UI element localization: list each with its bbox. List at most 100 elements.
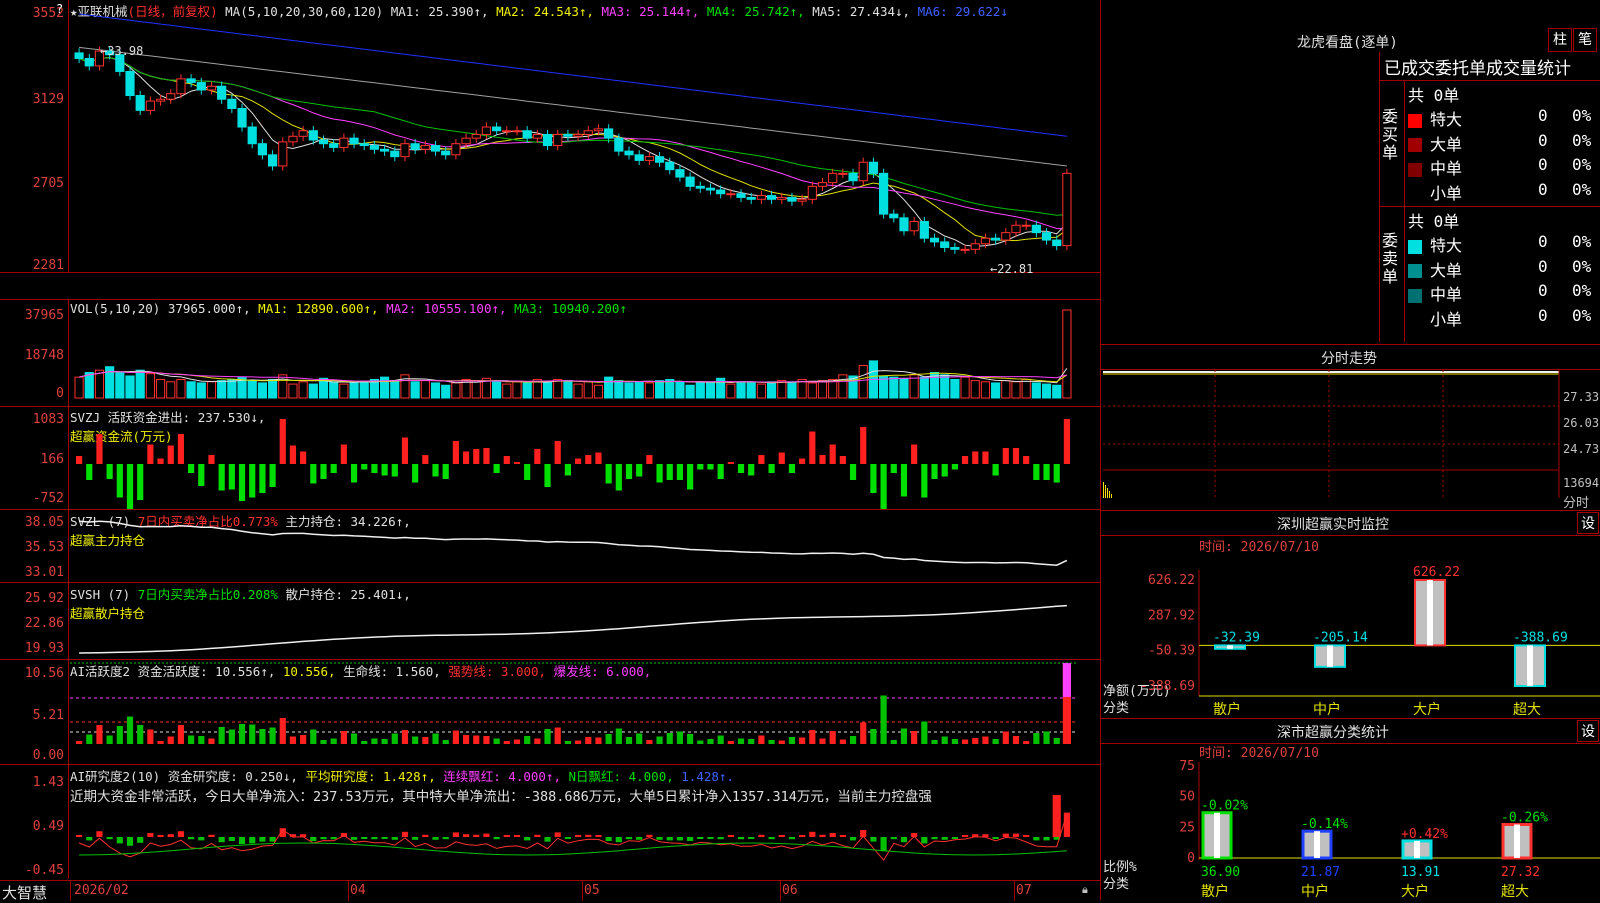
volume-bar bbox=[217, 380, 227, 399]
volume-bar bbox=[960, 376, 970, 399]
volume-bar bbox=[1031, 382, 1041, 399]
classify-settings-button[interactable]: 设 bbox=[1577, 720, 1599, 742]
activity-bar bbox=[462, 735, 470, 744]
research-bar bbox=[585, 834, 592, 837]
candle-body bbox=[522, 130, 532, 139]
volume-bar bbox=[380, 376, 390, 399]
candle-body bbox=[807, 185, 817, 200]
fund-flow-bar bbox=[228, 464, 235, 490]
fund-flow-bar bbox=[330, 464, 337, 473]
intraday-title[interactable]: 分时走势 bbox=[1321, 348, 1377, 368]
classify-category-label: 散户 bbox=[1201, 883, 1229, 900]
monitor-settings-button[interactable]: 设 bbox=[1577, 512, 1599, 534]
order-color-swatch bbox=[1408, 162, 1422, 177]
research-bar bbox=[707, 837, 714, 839]
ma2-line bbox=[78, 56, 1068, 242]
candle-body bbox=[991, 237, 1001, 241]
pen-mode-button[interactable]: 笔 bbox=[1573, 28, 1597, 52]
order-count: 0 bbox=[1538, 106, 1548, 125]
order-color-swatch bbox=[1408, 239, 1422, 254]
activity-bar bbox=[961, 739, 969, 744]
volume-bar bbox=[1001, 380, 1011, 399]
classify-bar-highlight bbox=[1514, 824, 1520, 858]
activity-bar bbox=[1053, 738, 1060, 744]
candle-body bbox=[217, 85, 227, 100]
classify-value-label: 27.32 bbox=[1501, 865, 1540, 880]
ai-research-panel[interactable]: 1.43 0.49 -0.45 AI研究度2(10) 资金研究度: 0.250↓… bbox=[0, 765, 1100, 879]
candle-body bbox=[84, 57, 94, 67]
candle-body bbox=[777, 196, 787, 200]
volume-panel[interactable]: 37965 18748 0 VOL(5,10,20) 37965.000↑, M… bbox=[0, 299, 1100, 407]
fund-flow-bar bbox=[911, 444, 918, 464]
fund-flow-bar bbox=[646, 455, 653, 464]
order-count: 0 bbox=[1538, 179, 1548, 199]
activity-bar bbox=[972, 738, 979, 744]
activity-bar bbox=[188, 735, 195, 744]
activity-bar bbox=[676, 731, 684, 744]
intraday-volume-bar bbox=[1109, 491, 1110, 498]
candle-body bbox=[654, 156, 665, 163]
research-bar bbox=[890, 837, 897, 840]
bar-mode-button[interactable]: 柱 bbox=[1548, 28, 1572, 52]
monitor-bar-label: 626.22 bbox=[1413, 565, 1460, 580]
fund-flow-bar bbox=[524, 464, 531, 480]
order-percent: 0% bbox=[1572, 179, 1592, 199]
activity-bar bbox=[595, 737, 602, 744]
intraday-chart[interactable] bbox=[1101, 370, 1600, 510]
fund-flow-bar bbox=[564, 464, 571, 476]
candle-body bbox=[166, 93, 176, 100]
activity-bar bbox=[76, 741, 83, 744]
activity-bar bbox=[289, 736, 297, 744]
ai-activity-panel[interactable]: 10.56 5.21 0.00 AI活跃度2 资金活跃度: 10.556↑, 1… bbox=[0, 660, 1100, 765]
monitor-y-tick: -388.69 bbox=[1140, 679, 1195, 694]
activity-bar bbox=[778, 740, 785, 744]
volume-bar bbox=[553, 378, 563, 399]
research-bar bbox=[412, 837, 419, 840]
research-bar bbox=[320, 837, 327, 840]
volume-bar bbox=[94, 369, 105, 399]
research-bar bbox=[870, 837, 877, 842]
research-bar bbox=[1023, 835, 1030, 837]
candle-body bbox=[879, 172, 889, 215]
fund-flow-bar bbox=[636, 464, 643, 477]
activity-bar bbox=[442, 740, 449, 744]
activity-bar bbox=[503, 741, 510, 744]
research-bar bbox=[208, 834, 215, 837]
lock-icon[interactable]: 🔒︎ bbox=[1082, 883, 1088, 897]
activity-bar bbox=[615, 728, 622, 744]
svzl-panel[interactable]: 38.05 35.53 33.01 SVZL (7) 7日内买卖净占比0.773… bbox=[0, 510, 1100, 583]
date-bar: 大智慧 2026/02 04 05 06 07 🔒︎ bbox=[0, 880, 1100, 902]
kline-panel[interactable]: 3552 3129 2705 2281 ? ★亚联机械(日线，前复权) MA(5… bbox=[0, 0, 1100, 276]
fund-flow-bar bbox=[768, 464, 775, 473]
candle-body bbox=[604, 128, 614, 139]
activity-bar bbox=[300, 735, 307, 744]
fund-flow-bar bbox=[921, 464, 928, 498]
kline-chart bbox=[74, 13, 1072, 254]
research-bar bbox=[727, 835, 734, 837]
svsh-panel[interactable]: 25.92 22.86 19.93 SVSH (7) 7日内买卖净占比0.208… bbox=[0, 583, 1100, 660]
fund-flow-bar bbox=[1012, 448, 1020, 464]
activity-bar bbox=[361, 741, 368, 744]
fund-flow-bar bbox=[605, 464, 612, 484]
order-count: 0 bbox=[1538, 130, 1548, 150]
fund-flow-bar bbox=[900, 464, 908, 497]
intraday-volume-bar bbox=[1107, 488, 1108, 498]
volume-bar bbox=[166, 381, 176, 399]
activity-bar bbox=[687, 734, 694, 744]
volume-bar bbox=[430, 382, 441, 399]
activity-bar bbox=[1023, 741, 1030, 744]
research-bar bbox=[126, 837, 134, 846]
research-bar bbox=[758, 834, 765, 837]
volume-bar bbox=[359, 381, 369, 399]
fund-flow-bar bbox=[452, 441, 459, 464]
fund-flow-bar bbox=[615, 464, 622, 491]
candle-body bbox=[359, 143, 369, 147]
classify-bar-highlight bbox=[1314, 831, 1320, 858]
fund-flow-bar bbox=[951, 464, 958, 470]
activity-bar bbox=[1043, 731, 1050, 744]
research-bar bbox=[86, 837, 93, 841]
svzj-panel[interactable]: 1083 166 -752 SVZJ 活跃资金进出: 237.530↓, 超赢资… bbox=[0, 406, 1100, 510]
activity-bar bbox=[860, 722, 867, 744]
activity-bar bbox=[493, 738, 500, 744]
classify-bar-highlight bbox=[1414, 840, 1420, 858]
